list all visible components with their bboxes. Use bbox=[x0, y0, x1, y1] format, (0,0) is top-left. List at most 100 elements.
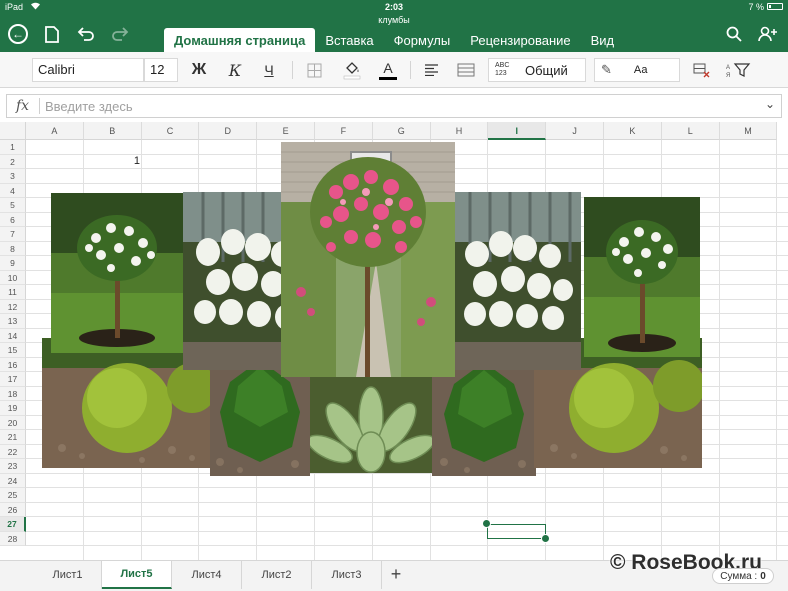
row-header-4[interactable]: 4 bbox=[0, 183, 26, 198]
hosta-photo[interactable] bbox=[310, 377, 432, 473]
add-sheet-button[interactable]: + bbox=[384, 564, 408, 586]
sheet-tab-2[interactable]: Лист2 bbox=[242, 561, 312, 589]
sheet-tab-3[interactable]: Лист3 bbox=[312, 561, 382, 589]
formula-input[interactable] bbox=[45, 97, 745, 115]
cell-b2-value[interactable]: 1 bbox=[84, 155, 140, 167]
bold-button[interactable]: Ж bbox=[188, 58, 210, 82]
share-button[interactable] bbox=[756, 22, 780, 46]
svg-text:Я: Я bbox=[726, 73, 730, 78]
sum-value: 0 bbox=[760, 570, 766, 582]
selection-handle-bottom-right[interactable] bbox=[541, 534, 550, 543]
file-button[interactable] bbox=[40, 22, 64, 46]
excel-window: iPad 2:03 7 % клумбы ← Домашняя страница… bbox=[0, 0, 788, 591]
column-header-g[interactable]: G bbox=[372, 122, 431, 140]
sheet-tab-4[interactable]: Лист4 bbox=[172, 561, 242, 589]
row-header-3[interactable]: 3 bbox=[0, 169, 26, 184]
column-header-j[interactable]: J bbox=[546, 122, 604, 140]
column-header-k[interactable]: K bbox=[604, 122, 662, 140]
align-button[interactable] bbox=[420, 58, 442, 82]
ribbon-divider bbox=[292, 61, 293, 79]
row-header-7[interactable]: 7 bbox=[0, 227, 26, 242]
back-icon: ← bbox=[8, 24, 28, 44]
row-header-23[interactable]: 23 bbox=[0, 459, 26, 474]
undo-button[interactable] bbox=[74, 22, 98, 46]
row-header-8[interactable]: 8 bbox=[0, 241, 26, 256]
column-header-m[interactable]: M bbox=[719, 122, 778, 140]
white-rose-standard-tree-photo[interactable] bbox=[51, 193, 183, 353]
font-color-button[interactable]: A bbox=[376, 58, 400, 82]
cell-styles-button[interactable]: ✎ Аа bbox=[594, 58, 680, 82]
tab-view[interactable]: Вид bbox=[581, 28, 625, 52]
battery-percent: 7 % bbox=[748, 2, 764, 12]
fill-bucket-icon bbox=[343, 62, 361, 80]
row-header-16[interactable]: 16 bbox=[0, 357, 26, 372]
column-header-l[interactable]: L bbox=[661, 122, 720, 140]
row-header-21[interactable]: 21 bbox=[0, 430, 26, 445]
underline-button[interactable]: Ч bbox=[258, 58, 280, 82]
column-header-e[interactable]: E bbox=[257, 122, 315, 140]
column-header-a[interactable]: A bbox=[26, 122, 84, 140]
row-header-24[interactable]: 24 bbox=[0, 473, 26, 488]
sort-filter-button[interactable]: АЯ bbox=[724, 58, 752, 82]
formula-bar: fx ⌄ bbox=[6, 94, 782, 118]
column-header-b[interactable]: B bbox=[83, 122, 142, 140]
tab-insert[interactable]: Вставка bbox=[315, 28, 383, 52]
align-left-icon bbox=[424, 64, 438, 76]
format-painter-icon: ✎ bbox=[601, 62, 612, 77]
tab-home[interactable]: Домашняя страница bbox=[164, 28, 316, 52]
row-header-14[interactable]: 14 bbox=[0, 328, 26, 343]
row-header-25[interactable]: 25 bbox=[0, 488, 26, 503]
file-icon bbox=[45, 25, 59, 43]
gridline-vertical bbox=[776, 140, 778, 560]
row-header-20[interactable]: 20 bbox=[0, 415, 26, 430]
font-size-field[interactable]: 12 bbox=[144, 58, 178, 82]
column-header-c[interactable]: C bbox=[141, 122, 200, 140]
redo-button[interactable] bbox=[108, 22, 132, 46]
chevron-down-icon[interactable]: ⌄ bbox=[765, 97, 775, 111]
column-header-f[interactable]: F bbox=[315, 122, 373, 140]
sheet-tab-1[interactable]: Лист1 bbox=[34, 561, 102, 589]
row-header-9[interactable]: 9 bbox=[0, 256, 26, 271]
row-header-1[interactable]: 1 bbox=[0, 140, 26, 155]
row-header-19[interactable]: 19 bbox=[0, 401, 26, 416]
tab-formulas[interactable]: Формулы bbox=[384, 28, 461, 52]
row-header-6[interactable]: 6 bbox=[0, 212, 26, 227]
row-header-10[interactable]: 10 bbox=[0, 270, 26, 285]
sum-status[interactable]: Сумма : 0 bbox=[712, 568, 774, 584]
row-header-2[interactable]: 2 bbox=[0, 154, 26, 169]
row-header-22[interactable]: 22 bbox=[0, 444, 26, 459]
row-header-15[interactable]: 15 bbox=[0, 343, 26, 358]
row-header-27[interactable]: 27 bbox=[0, 517, 26, 532]
white-hydrangea-photo-right[interactable] bbox=[455, 192, 581, 370]
row-header-12[interactable]: 12 bbox=[0, 299, 26, 314]
font-name-field[interactable]: Calibri bbox=[32, 58, 144, 82]
select-all-corner[interactable] bbox=[0, 122, 26, 140]
italic-button[interactable]: К bbox=[224, 58, 246, 82]
number-format-dropdown[interactable]: ABC 123 Общий bbox=[488, 58, 586, 82]
row-header-26[interactable]: 26 bbox=[0, 502, 26, 517]
column-header-h[interactable]: H bbox=[430, 122, 489, 140]
spreadsheet-grid[interactable]: ABCDEFGHIJKLM 1 2 3 4 5 6 7 8 9 10 11 12 13 14 15 16 17 1… bbox=[0, 122, 788, 560]
wrap-merge-button[interactable] bbox=[454, 58, 478, 82]
row-header-5[interactable]: 5 bbox=[0, 198, 26, 213]
row-header-13[interactable]: 13 bbox=[0, 314, 26, 329]
fill-color-button[interactable] bbox=[340, 58, 364, 82]
search-button[interactable] bbox=[722, 22, 746, 46]
row-header-17[interactable]: 17 bbox=[0, 372, 26, 387]
column-header-d[interactable]: D bbox=[199, 122, 258, 140]
selected-cell-i27[interactable] bbox=[487, 524, 546, 539]
row-header-28[interactable]: 28 bbox=[0, 531, 26, 546]
pink-rose-standard-tree-photo[interactable] bbox=[281, 142, 455, 377]
tab-review[interactable]: Рецензирование bbox=[460, 28, 580, 52]
cells-area[interactable]: 1 bbox=[26, 140, 788, 560]
back-button[interactable]: ← bbox=[6, 22, 30, 46]
borders-button[interactable] bbox=[302, 58, 326, 82]
column-header-i[interactable]: I bbox=[488, 122, 547, 140]
sheet-tab-5[interactable]: Лист5 bbox=[102, 561, 172, 589]
number-format-icon: ABC 123 bbox=[495, 62, 513, 78]
insert-delete-cells-button[interactable] bbox=[690, 58, 714, 82]
selection-handle-top-left[interactable] bbox=[482, 519, 491, 528]
row-header-18[interactable]: 18 bbox=[0, 386, 26, 401]
row-header-11[interactable]: 11 bbox=[0, 285, 26, 300]
white-rose-standard-tree-photo-right[interactable] bbox=[584, 197, 700, 357]
